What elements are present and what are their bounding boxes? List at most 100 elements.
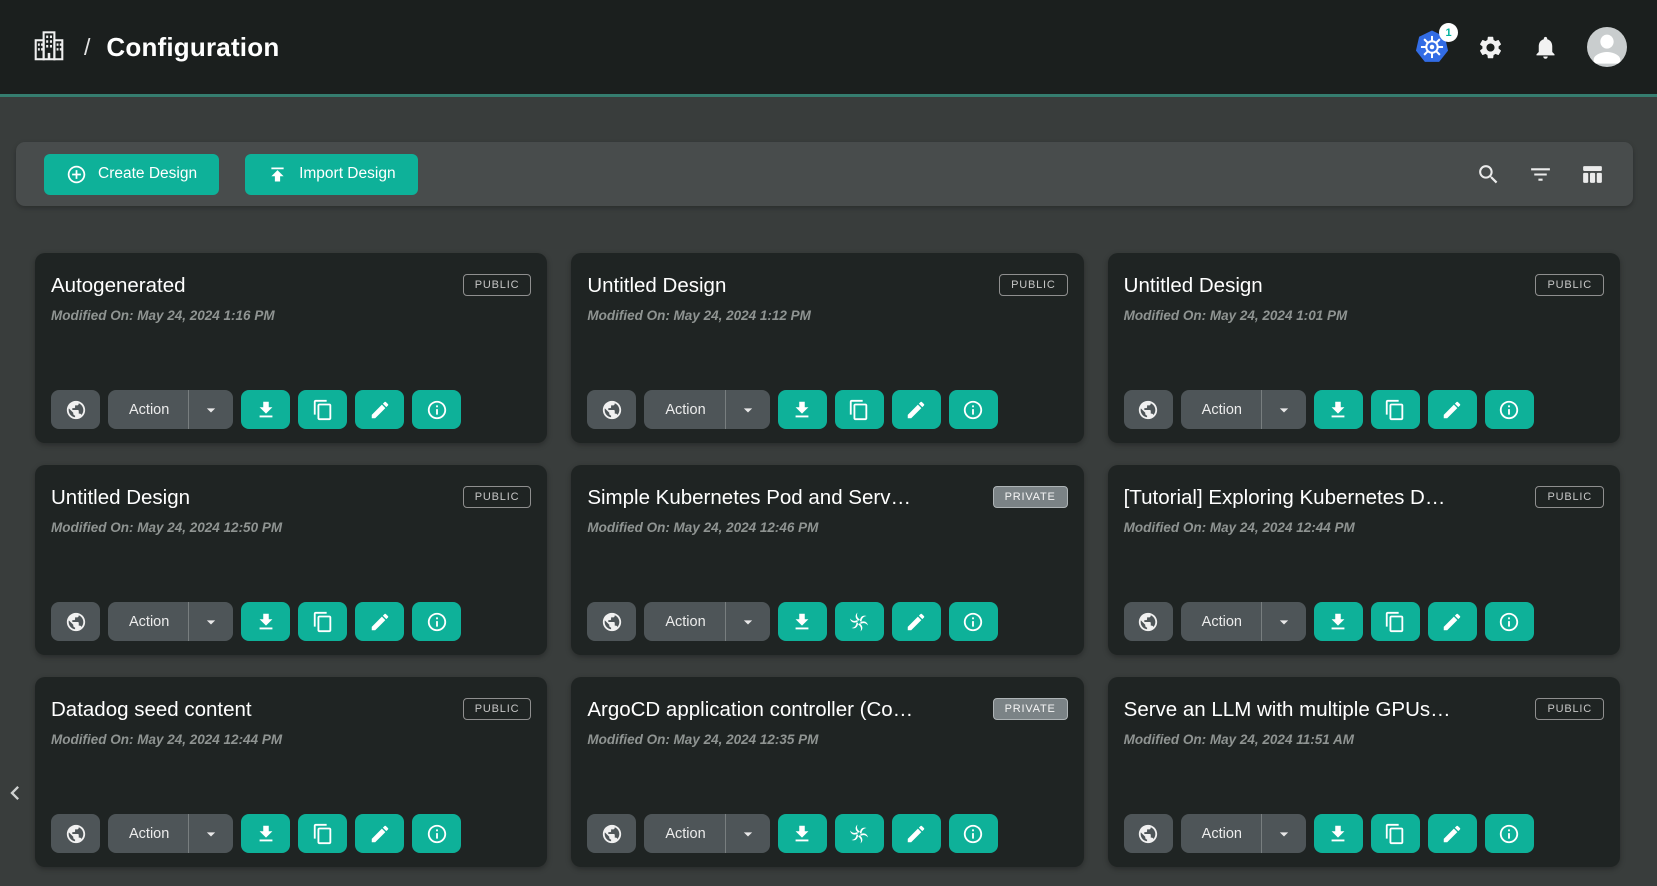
card-header: Simple Kubernetes Pod and Serv… PRIVATE	[587, 482, 1067, 510]
edit-button[interactable]	[892, 390, 941, 429]
action-dropdown-toggle[interactable]	[189, 824, 233, 844]
action-dropdown-toggle[interactable]	[189, 612, 233, 632]
action-dropdown-toggle[interactable]	[1262, 824, 1306, 844]
action-divider	[725, 390, 726, 429]
action-dropdown-toggle[interactable]	[189, 400, 233, 420]
action-split-button[interactable]: Action	[1181, 814, 1306, 853]
copy-button[interactable]	[1371, 390, 1420, 429]
filter-icon[interactable]	[1528, 162, 1553, 187]
info-button[interactable]	[412, 390, 461, 429]
kubernetes-context-button[interactable]: 1	[1415, 30, 1449, 64]
action-split-button[interactable]: Action	[644, 814, 769, 853]
table-view-icon[interactable]	[1580, 162, 1605, 187]
gear-icon[interactable]	[1477, 34, 1504, 61]
info-button[interactable]	[949, 390, 998, 429]
edit-button[interactable]	[1428, 390, 1477, 429]
bell-icon[interactable]	[1532, 34, 1559, 61]
visibility-globe-button[interactable]	[1124, 814, 1173, 853]
copy-button[interactable]	[835, 390, 884, 429]
copy-button[interactable]	[1371, 814, 1420, 853]
collapse-drawer-button[interactable]	[1, 775, 31, 811]
create-design-label: Create Design	[98, 165, 197, 183]
visibility-globe-button[interactable]	[587, 814, 636, 853]
action-split-button[interactable]: Action	[1181, 602, 1306, 641]
avatar[interactable]	[1587, 27, 1627, 67]
design-spiral-button[interactable]	[835, 602, 884, 641]
download-button[interactable]	[1314, 814, 1363, 853]
download-button[interactable]	[778, 602, 827, 641]
edit-button[interactable]	[1428, 602, 1477, 641]
copy-button[interactable]	[298, 602, 347, 641]
edit-button[interactable]	[355, 390, 404, 429]
download-button[interactable]	[241, 390, 290, 429]
import-design-button[interactable]: Import Design	[245, 154, 417, 195]
action-dropdown-toggle[interactable]	[726, 824, 770, 844]
action-split-button[interactable]: Action	[644, 602, 769, 641]
action-split-button[interactable]: Action	[644, 390, 769, 429]
action-button-label: Action	[1181, 826, 1261, 842]
download-icon	[1327, 399, 1349, 421]
action-dropdown-toggle[interactable]	[726, 400, 770, 420]
visibility-globe-button[interactable]	[587, 390, 636, 429]
copy-button[interactable]	[298, 814, 347, 853]
visibility-globe-button[interactable]	[51, 814, 100, 853]
copy-button[interactable]	[298, 390, 347, 429]
download-button[interactable]	[778, 814, 827, 853]
globe-icon	[601, 399, 623, 421]
action-split-button[interactable]: Action	[108, 814, 233, 853]
action-button-label: Action	[644, 402, 724, 418]
edit-pencil-icon	[905, 399, 927, 421]
visibility-globe-button[interactable]	[51, 390, 100, 429]
chevron-left-icon	[1, 779, 29, 807]
visibility-globe-button[interactable]	[1124, 602, 1173, 641]
download-button[interactable]	[241, 814, 290, 853]
create-design-button[interactable]: Create Design	[44, 154, 219, 195]
info-button[interactable]	[412, 814, 461, 853]
download-button[interactable]	[241, 602, 290, 641]
download-button[interactable]	[778, 390, 827, 429]
edit-button[interactable]	[892, 602, 941, 641]
design-card: [Tutorial] Exploring Kubernetes D… PUBLI…	[1108, 465, 1620, 655]
download-button[interactable]	[1314, 390, 1363, 429]
design-grid: Autogenerated PUBLIC Modified On: May 24…	[0, 206, 1657, 867]
info-button[interactable]	[1485, 390, 1534, 429]
breadcrumb-separator: /	[84, 34, 90, 61]
copy-button[interactable]	[1371, 602, 1420, 641]
edit-button[interactable]	[1428, 814, 1477, 853]
info-button[interactable]	[949, 602, 998, 641]
edit-pencil-icon	[369, 611, 391, 633]
card-header: [Tutorial] Exploring Kubernetes D… PUBLI…	[1124, 482, 1604, 510]
action-dropdown-toggle[interactable]	[1262, 612, 1306, 632]
design-card: Simple Kubernetes Pod and Serv… PRIVATE …	[571, 465, 1083, 655]
action-divider	[1261, 814, 1262, 853]
info-button[interactable]	[1485, 602, 1534, 641]
info-icon	[962, 399, 984, 421]
search-icon[interactable]	[1476, 162, 1501, 187]
copy-icon	[848, 399, 870, 421]
caret-down-icon	[201, 400, 221, 420]
action-divider	[188, 390, 189, 429]
design-title: Untitled Design	[1124, 270, 1263, 298]
visibility-globe-button[interactable]	[1124, 390, 1173, 429]
action-split-button[interactable]: Action	[108, 602, 233, 641]
info-button[interactable]	[1485, 814, 1534, 853]
visibility-globe-button[interactable]	[587, 602, 636, 641]
edit-button[interactable]	[355, 602, 404, 641]
download-button[interactable]	[1314, 602, 1363, 641]
action-split-button[interactable]: Action	[1181, 390, 1306, 429]
action-button-label: Action	[108, 614, 188, 630]
edit-button[interactable]	[355, 814, 404, 853]
visibility-globe-button[interactable]	[51, 602, 100, 641]
card-header: Serve an LLM with multiple GPUs… PUBLIC	[1124, 694, 1604, 722]
info-button[interactable]	[412, 602, 461, 641]
action-split-button[interactable]: Action	[108, 390, 233, 429]
info-icon	[426, 823, 448, 845]
design-card: Datadog seed content PUBLIC Modified On:…	[35, 677, 547, 867]
edit-pencil-icon	[369, 399, 391, 421]
edit-button[interactable]	[892, 814, 941, 853]
action-dropdown-toggle[interactable]	[1262, 400, 1306, 420]
design-title: Autogenerated	[51, 270, 186, 298]
info-button[interactable]	[949, 814, 998, 853]
action-dropdown-toggle[interactable]	[726, 612, 770, 632]
design-spiral-button[interactable]	[835, 814, 884, 853]
